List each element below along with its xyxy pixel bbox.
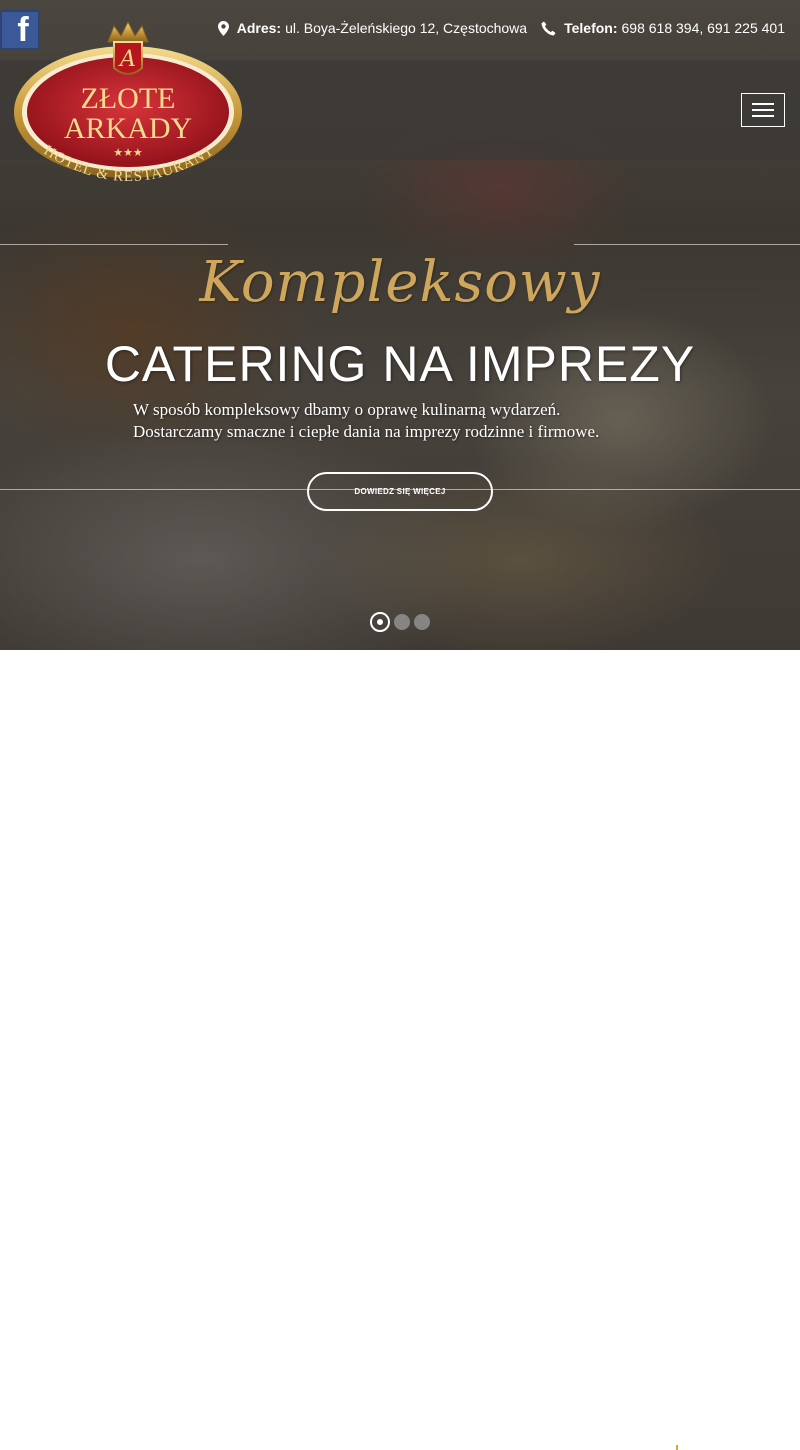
slide-description: W sposób kompleksowy dbamy o oprawę kuli… xyxy=(133,399,693,443)
slider-dot[interactable] xyxy=(394,614,410,630)
slide-title: CATERING NA IMPREZY xyxy=(104,336,696,392)
logo-stars: ★★★ xyxy=(113,146,143,159)
phone-label: Telefon: xyxy=(564,20,618,36)
slider-dot[interactable] xyxy=(414,614,430,630)
hamburger-icon-bar xyxy=(752,103,774,105)
phone-value[interactable]: 698 618 394, 691 225 401 xyxy=(622,20,786,36)
divider-line xyxy=(0,244,228,245)
divider-line xyxy=(574,244,800,245)
contact-info: Adres: ul. Boya-Żeleńskiego 12, Częstoch… xyxy=(204,20,785,36)
logo-line1: ZŁOTE xyxy=(81,82,176,115)
logo-line2: ARKADY xyxy=(64,112,192,145)
logo-monogram: A xyxy=(118,47,136,72)
slide-description-line: W sposób kompleksowy dbamy o oprawę kuli… xyxy=(133,400,561,419)
hamburger-icon-bar xyxy=(752,115,774,117)
hamburger-icon-bar xyxy=(752,109,774,111)
address-value: ul. Boya-Żeleńskiego 12, Częstochowa xyxy=(285,20,528,36)
slide-description-line: Dostarczamy smaczne i ciepłe dania na im… xyxy=(133,422,600,441)
slide-script-heading: Kompleksowy xyxy=(199,250,601,315)
address-item: Adres: ul. Boya-Żeleńskiego 12, Częstoch… xyxy=(217,20,528,36)
phone-item: Telefon: 698 618 394, 691 225 401 xyxy=(541,20,785,36)
hero-slider: f Adres: ul. Boya-Żeleńskiego 12, Często… xyxy=(0,0,800,650)
content-section xyxy=(0,650,800,1450)
decorative-accent xyxy=(676,1445,678,1450)
slider-pagination xyxy=(370,612,434,632)
learn-more-button[interactable]: DOWIEDZ SIĘ WIĘCEJ xyxy=(307,472,493,511)
logo[interactable]: A ZŁOTE ARKADY ★★★ HOTEL & RESTAURANT xyxy=(10,20,246,190)
slider-dot[interactable] xyxy=(370,612,390,632)
phone-icon xyxy=(541,21,556,35)
hamburger-menu-button[interactable] xyxy=(741,93,785,127)
